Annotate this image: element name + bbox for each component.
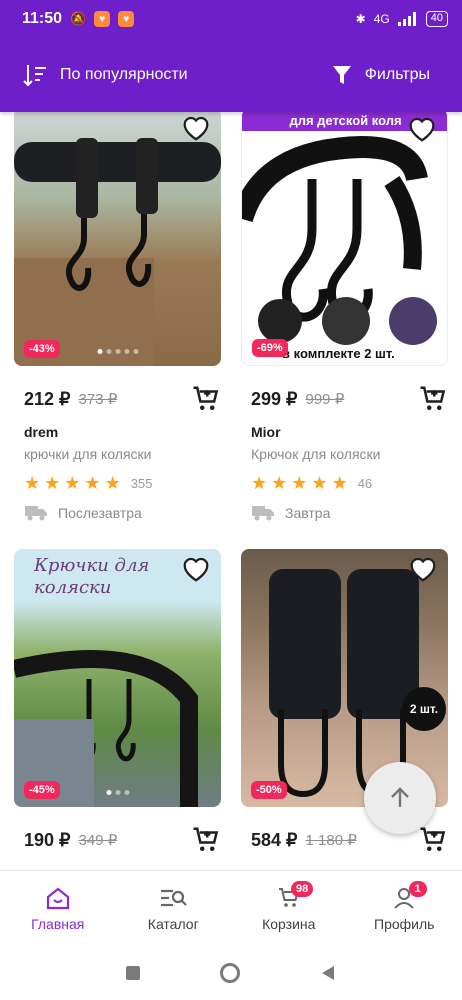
product-grid: -43% 212 ₽ 373 ₽ drem крючки для коляски…	[0, 112, 462, 870]
add-to-cart-icon[interactable]	[191, 825, 221, 855]
favorite-heart-icon[interactable]	[408, 555, 438, 583]
price: 190 ₽	[24, 829, 71, 850]
add-to-cart-icon[interactable]	[418, 384, 448, 414]
product-brand: drem	[24, 424, 59, 440]
star-icon: ★	[311, 473, 328, 493]
star-icon: ★	[104, 473, 121, 493]
sort-icon	[23, 65, 46, 87]
old-price: 349 ₽	[78, 832, 118, 849]
product-rating: ★ ★ ★ ★ ★ 46	[241, 474, 448, 492]
add-to-cart-icon[interactable]	[418, 825, 448, 855]
product-name[interactable]: Крючок для коляски	[241, 446, 448, 462]
discount-badge: -45%	[24, 781, 60, 799]
app-notification-icon: ♥	[94, 11, 111, 27]
network-type: 4G	[373, 12, 390, 26]
delivery-text: Послезавтра	[58, 505, 142, 521]
filter-button[interactable]: Фильтры	[331, 64, 440, 86]
signal-icon	[397, 12, 416, 26]
product-name[interactable]: крючки для коляски	[14, 446, 221, 462]
price: 212 ₽	[24, 388, 71, 409]
favorite-heart-icon[interactable]	[181, 114, 211, 142]
product-card[interactable]: для детской коля в комплекте 2 шт. -69% …	[241, 112, 448, 522]
filter-icon	[332, 66, 351, 84]
delivery-info: Послезавтра	[14, 504, 221, 522]
rating-count: 355	[130, 475, 153, 491]
product-card[interactable]: -43% 212 ₽ 373 ₽ drem крючки для коляски…	[14, 112, 221, 522]
star-icon: ★	[84, 473, 101, 493]
star-icon: ★	[291, 473, 308, 493]
delivery-truck-icon	[25, 506, 47, 521]
delivery-text: Завтра	[285, 505, 331, 521]
nav-item-cart[interactable]: 98 Корзина	[231, 871, 347, 946]
bottom-navigation: Главная Каталог 98 Корзина 1 Профиль	[0, 870, 462, 946]
system-navigation-bar	[0, 946, 462, 1000]
top-toolbar: По популярности Фильтры	[0, 38, 462, 112]
image-pager-dots	[97, 349, 138, 354]
price-row: 299 ₽ 999 ₽	[241, 384, 448, 414]
nav-label: Профиль	[374, 915, 435, 932]
home-button-icon[interactable]	[220, 963, 240, 983]
product-image[interactable]: Крючки для коляски -45%	[14, 549, 221, 807]
product-rating: ★ ★ ★ ★ ★ 355	[14, 474, 221, 492]
delivery-truck-icon	[252, 506, 274, 521]
status-time: 11:50	[22, 10, 63, 27]
star-icon: ★	[64, 473, 81, 493]
old-price: 1 180 ₽	[305, 832, 357, 849]
star-icon: ★	[271, 473, 288, 493]
app-notification-icon: ♥	[118, 11, 135, 27]
nav-label: Каталог	[147, 915, 199, 932]
battery-icon: 40	[425, 11, 448, 27]
discount-badge: -69%	[252, 339, 288, 357]
delivery-info: Завтра	[241, 504, 448, 522]
favorite-heart-icon[interactable]	[407, 115, 437, 143]
add-to-cart-icon[interactable]	[191, 384, 221, 414]
scroll-to-top-button[interactable]	[364, 762, 436, 834]
price-row: 212 ₽ 373 ₽	[14, 384, 221, 414]
price-row: 190 ₽ 349 ₽	[14, 825, 221, 855]
sort-label: По популярности	[60, 66, 188, 83]
old-price: 373 ₽	[78, 391, 118, 408]
home-icon	[46, 887, 69, 909]
nav-label: Корзина	[262, 915, 316, 932]
stroller-hook-image	[14, 650, 198, 807]
price: 584 ₽	[251, 829, 298, 850]
bluetooth-icon: ✱	[355, 12, 366, 26]
discount-badge: -43%	[24, 340, 60, 358]
favorite-heart-icon[interactable]	[181, 555, 211, 583]
nav-item-catalog[interactable]: Каталог	[116, 871, 232, 946]
mute-icon: 🔕	[70, 11, 87, 26]
image-caption: в комплекте 2 шт.	[282, 346, 395, 361]
star-icon: ★	[24, 473, 41, 493]
image-pager-dots	[106, 790, 129, 795]
sort-button[interactable]: По популярности	[22, 63, 188, 87]
status-bar: 11:50 🔕 ♥ ♥ ✱ 4G 40	[0, 0, 462, 38]
product-image[interactable]: -43%	[14, 112, 221, 366]
rating-count: 46	[357, 475, 373, 491]
old-price: 999 ₽	[305, 391, 345, 408]
nav-item-home[interactable]: Главная	[0, 871, 116, 946]
nav-item-profile[interactable]: 1 Профиль	[347, 871, 462, 946]
recent-apps-icon[interactable]	[126, 966, 140, 980]
back-icon[interactable]	[320, 965, 336, 981]
stroller-hook-image	[242, 135, 437, 345]
star-icon: ★	[331, 473, 348, 493]
arrow-up-icon	[391, 787, 409, 807]
cart-count-badge: 98	[291, 881, 314, 897]
discount-badge: -50%	[251, 781, 287, 799]
product-brand: Mior	[251, 424, 281, 440]
product-image[interactable]: для детской коля в комплекте 2 шт. -69%	[241, 112, 448, 366]
product-card[interactable]: Крючки для коляски -45% 190 ₽ 349 ₽	[14, 549, 221, 855]
quantity-badge: 2 шт.	[402, 687, 446, 731]
catalog-icon	[161, 889, 188, 906]
profile-notification-badge: 1	[408, 881, 427, 897]
price: 299 ₽	[251, 388, 298, 409]
filter-label: Фильтры	[364, 66, 430, 83]
star-icon: ★	[44, 473, 61, 493]
star-icon: ★	[251, 473, 268, 493]
stroller-hook-image	[14, 138, 221, 366]
nav-label: Главная	[31, 915, 85, 932]
status-right: ✱ 4G 40	[356, 11, 448, 27]
